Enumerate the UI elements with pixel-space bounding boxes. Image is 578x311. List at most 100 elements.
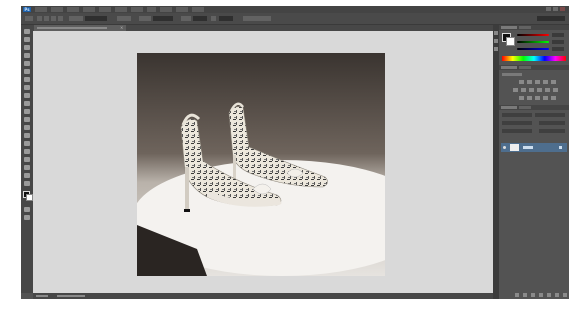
marquee-tool-icon[interactable] bbox=[24, 37, 30, 42]
style-select[interactable] bbox=[153, 16, 173, 21]
hue-saturation-icon[interactable] bbox=[513, 88, 518, 92]
document-info[interactable] bbox=[57, 295, 85, 297]
intersect-selection-icon[interactable] bbox=[58, 16, 63, 21]
eye-icon[interactable] bbox=[503, 146, 506, 149]
type-tool-icon[interactable] bbox=[24, 149, 30, 154]
curves-icon[interactable] bbox=[535, 80, 540, 84]
lock-icons[interactable] bbox=[502, 129, 532, 133]
quick-select-tool-icon[interactable] bbox=[24, 53, 30, 58]
history-panel-icon[interactable] bbox=[494, 31, 498, 35]
menu-select[interactable] bbox=[115, 7, 127, 12]
brightness-icon[interactable] bbox=[519, 80, 524, 84]
menu-3d[interactable] bbox=[147, 7, 156, 12]
select-and-mask-button[interactable] bbox=[243, 16, 271, 21]
blue-slider[interactable] bbox=[517, 48, 549, 50]
move-tool-icon[interactable] bbox=[24, 29, 30, 34]
menu-layer[interactable] bbox=[83, 7, 95, 12]
crop-tool-icon[interactable] bbox=[24, 61, 30, 66]
threshold-icon[interactable] bbox=[535, 96, 540, 100]
photo-filter-icon[interactable] bbox=[537, 88, 542, 92]
new-layer-icon[interactable] bbox=[555, 293, 559, 297]
workspace-select[interactable] bbox=[537, 16, 565, 21]
color-tab[interactable] bbox=[501, 26, 517, 29]
add-selection-icon[interactable] bbox=[44, 16, 49, 21]
feather-input[interactable] bbox=[85, 16, 107, 21]
menu-file[interactable] bbox=[35, 7, 47, 12]
close-tab-icon[interactable]: × bbox=[120, 26, 124, 30]
screen-mode-icon[interactable] bbox=[24, 215, 30, 220]
menu-help[interactable] bbox=[192, 7, 204, 12]
menu-image[interactable] bbox=[67, 7, 79, 12]
close-icon[interactable] bbox=[560, 7, 565, 11]
properties-panel-icon[interactable] bbox=[494, 39, 498, 43]
layer-mask-icon[interactable] bbox=[531, 293, 535, 297]
swap-icon[interactable] bbox=[211, 16, 216, 21]
channels-tab[interactable] bbox=[519, 106, 531, 109]
layers-tab[interactable] bbox=[501, 106, 517, 109]
selective-color-icon[interactable] bbox=[551, 96, 556, 100]
document-workspace[interactable] bbox=[33, 31, 493, 293]
background-color-swatch[interactable] bbox=[26, 194, 33, 201]
menu-window[interactable] bbox=[176, 7, 188, 12]
red-value[interactable] bbox=[552, 33, 564, 37]
zoom-tool-icon[interactable] bbox=[24, 181, 30, 186]
layer-filter-select[interactable] bbox=[502, 113, 532, 117]
zoom-level[interactable] bbox=[36, 295, 48, 297]
blur-tool-icon[interactable] bbox=[24, 125, 30, 130]
posterize-icon[interactable] bbox=[527, 96, 532, 100]
tool-preset-icon[interactable] bbox=[25, 16, 33, 21]
opacity-input[interactable] bbox=[539, 121, 565, 125]
red-slider[interactable] bbox=[517, 34, 549, 36]
restore-icon[interactable] bbox=[553, 7, 558, 11]
menu-type[interactable] bbox=[99, 7, 111, 12]
height-input[interactable] bbox=[219, 16, 233, 21]
invert-icon[interactable] bbox=[519, 96, 524, 100]
healing-brush-tool-icon[interactable] bbox=[24, 77, 30, 82]
fill-input[interactable] bbox=[539, 129, 565, 133]
image-canvas[interactable] bbox=[137, 53, 385, 276]
color-balance-icon[interactable] bbox=[521, 88, 526, 92]
minimize-icon[interactable] bbox=[546, 7, 551, 11]
new-adjustment-icon[interactable] bbox=[539, 293, 543, 297]
libraries-tab[interactable] bbox=[501, 66, 517, 69]
layer-filter-icons[interactable] bbox=[535, 113, 565, 117]
green-value[interactable] bbox=[552, 40, 564, 44]
layer-name[interactable] bbox=[523, 146, 533, 149]
color-lookup-icon[interactable] bbox=[553, 88, 558, 92]
quick-mask-icon[interactable] bbox=[24, 207, 30, 212]
menu-filter[interactable] bbox=[131, 7, 143, 12]
swatches-tab[interactable] bbox=[519, 26, 531, 29]
channel-mixer-icon[interactable] bbox=[545, 88, 550, 92]
color-spectrum[interactable] bbox=[502, 56, 566, 61]
new-group-icon[interactable] bbox=[547, 293, 551, 297]
delete-layer-icon[interactable] bbox=[563, 293, 567, 297]
eyedropper-tool-icon[interactable] bbox=[24, 69, 30, 74]
levels-icon[interactable] bbox=[527, 80, 532, 84]
blend-mode-select[interactable] bbox=[502, 121, 532, 125]
shape-tool-icon[interactable] bbox=[24, 165, 30, 170]
anti-alias-checkbox[interactable] bbox=[117, 16, 131, 21]
lasso-tool-icon[interactable] bbox=[24, 45, 30, 50]
layer-row[interactable] bbox=[501, 143, 567, 152]
character-panel-icon[interactable] bbox=[494, 47, 498, 51]
subtract-selection-icon[interactable] bbox=[51, 16, 56, 21]
path-select-tool-icon[interactable] bbox=[24, 157, 30, 162]
link-layers-icon[interactable] bbox=[515, 293, 519, 297]
exposure-icon[interactable] bbox=[543, 80, 548, 84]
color-background-chip[interactable] bbox=[506, 37, 515, 46]
new-selection-icon[interactable] bbox=[37, 16, 42, 21]
green-slider[interactable] bbox=[517, 41, 549, 43]
blue-value[interactable] bbox=[552, 47, 564, 51]
clone-stamp-tool-icon[interactable] bbox=[24, 93, 30, 98]
width-input[interactable] bbox=[193, 16, 207, 21]
gradient-map-icon[interactable] bbox=[543, 96, 548, 100]
dodge-tool-icon[interactable] bbox=[24, 133, 30, 138]
black-white-icon[interactable] bbox=[529, 88, 534, 92]
adjustments-tab[interactable] bbox=[519, 66, 531, 69]
hand-tool-icon[interactable] bbox=[24, 173, 30, 178]
layer-style-icon[interactable] bbox=[523, 293, 527, 297]
brush-tool-icon[interactable] bbox=[24, 85, 30, 90]
history-brush-tool-icon[interactable] bbox=[24, 101, 30, 106]
gradient-tool-icon[interactable] bbox=[24, 117, 30, 122]
vibrance-icon[interactable] bbox=[551, 80, 556, 84]
